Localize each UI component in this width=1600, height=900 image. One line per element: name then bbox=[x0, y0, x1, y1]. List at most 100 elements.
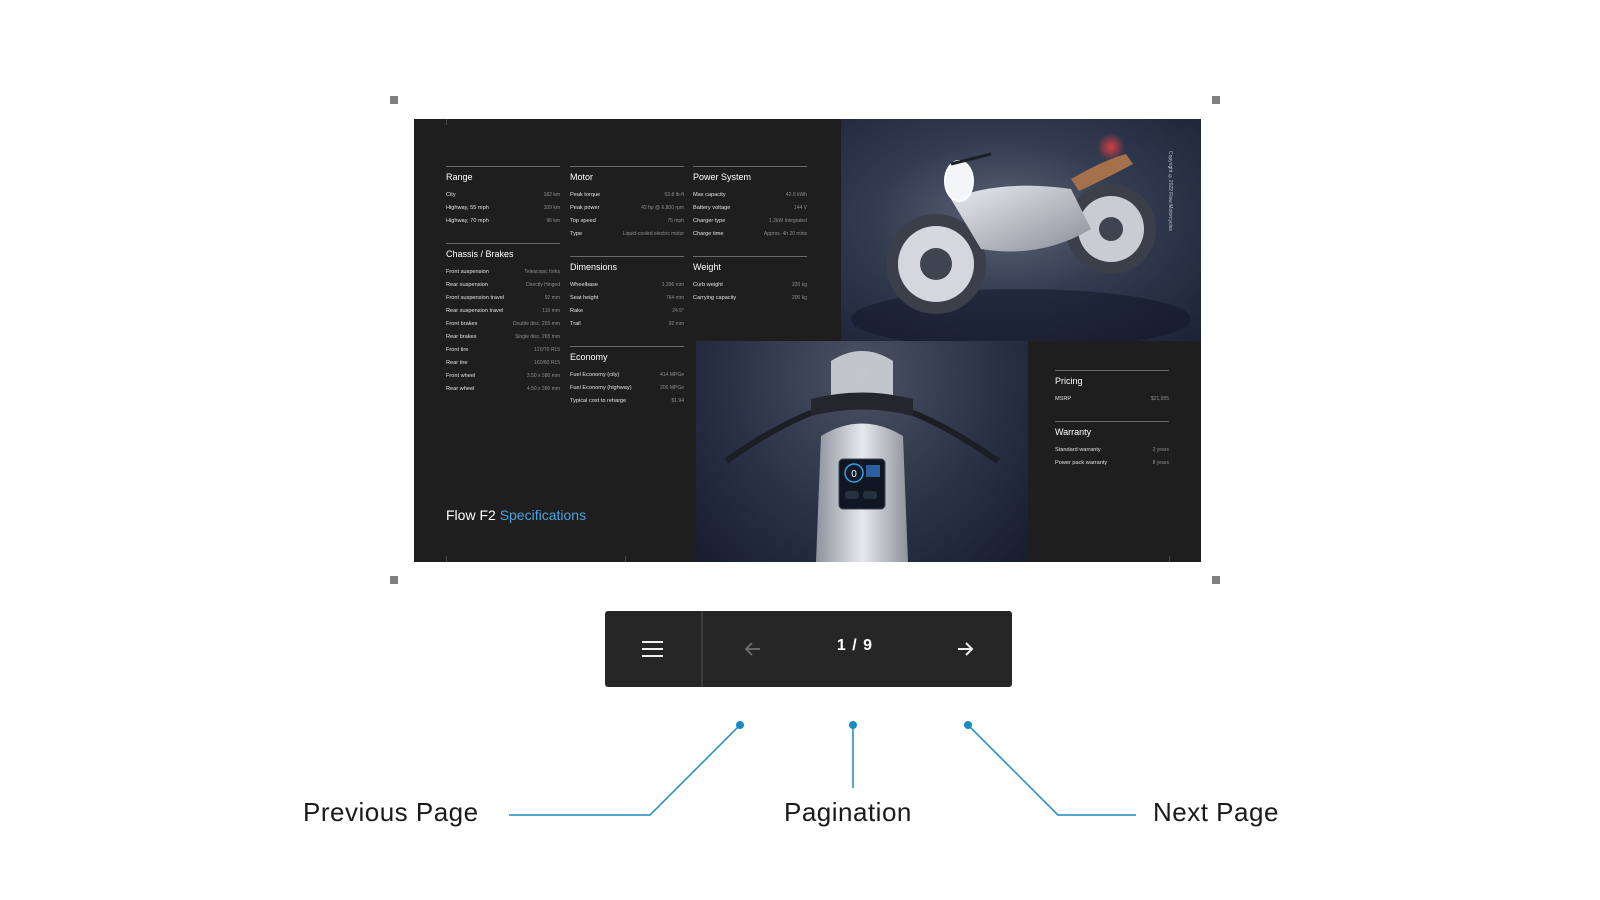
spec-row: Highway, 55 mph 109 km bbox=[446, 205, 560, 218]
spec-value: Approx. 4h 20 mins bbox=[763, 231, 807, 237]
spec-section: Warranty Standard warranty 2 years Power pa… bbox=[1055, 421, 1169, 473]
resize-handle-top-right[interactable] bbox=[1212, 96, 1220, 104]
side-spec-column: Pricing MSRP $21,995 Warranty Standard warra… bbox=[1055, 370, 1169, 485]
spec-section: Economy Fuel Economy (city) 414 MPGe Fuel E… bbox=[570, 346, 684, 411]
spec-row: Battery voltage 144 V bbox=[693, 205, 807, 218]
spec-label: Top speed bbox=[570, 218, 596, 224]
spec-row: Seat height 764 mm bbox=[570, 295, 684, 308]
section-title: Dimensions bbox=[570, 262, 618, 272]
spec-row: Standard warranty 2 years bbox=[1055, 447, 1169, 460]
section-divider bbox=[570, 256, 684, 257]
spec-column-2: Motor Peak torque 53.8 lb-ft Peak power 42 h… bbox=[570, 166, 684, 423]
motorcycle-front-illustration: 0 bbox=[724, 351, 1000, 562]
section-title: Pricing bbox=[1055, 376, 1083, 386]
section-title: Economy bbox=[570, 352, 608, 362]
spec-label: Charger type bbox=[693, 218, 726, 224]
section-divider bbox=[570, 346, 684, 347]
spec-value: 42 hp @ 6,800 rpm bbox=[641, 205, 684, 211]
page-navigation-bar: 1 / 9 bbox=[605, 611, 1012, 687]
section-title: Motor bbox=[570, 172, 594, 182]
spec-label: Typical cost to reharge bbox=[570, 398, 627, 404]
toolbar-divider bbox=[701, 611, 703, 687]
section-divider bbox=[693, 256, 807, 257]
spec-section: Chassis / Brakes Front suspension Telescop… bbox=[446, 243, 560, 399]
spec-row: Rear brakes Single disc, 265 mm bbox=[446, 334, 560, 347]
spec-label: Rake bbox=[570, 308, 584, 314]
crop-mark bbox=[446, 556, 447, 562]
next-callout-dot bbox=[964, 721, 972, 729]
spec-section: Dimensions Wheelbase 1,396 mm Seat height 76… bbox=[570, 256, 684, 334]
spec-row: MSRP $21,995 bbox=[1055, 396, 1169, 409]
spec-row: Fuel Economy (highway) 206 MPGe bbox=[570, 385, 684, 398]
spec-value: Liquid-cooled electric motor bbox=[622, 231, 684, 237]
spec-row: Rear suspension Directly Hinged bbox=[446, 282, 560, 295]
spec-label: Seat height bbox=[570, 295, 599, 301]
spec-label: Charge time bbox=[693, 231, 724, 237]
pagination-label: Pagination bbox=[784, 797, 912, 827]
spec-row: Peak power 42 hp @ 6,800 rpm bbox=[570, 205, 684, 218]
section-title: Power System bbox=[693, 172, 752, 182]
spec-label: Battery voltage bbox=[693, 205, 731, 211]
spec-value: 220 kg bbox=[791, 282, 807, 288]
spec-value: 2 years bbox=[1152, 447, 1169, 453]
section-title: Range bbox=[446, 172, 473, 182]
motorcycle-side-photo: Copyright ©2022 Flow Motorcycles bbox=[841, 119, 1201, 341]
spec-value: 120/70 R15 bbox=[534, 347, 560, 353]
spec-value: 160/60 R15 bbox=[534, 360, 560, 366]
spec-value: 200 kg bbox=[791, 295, 807, 301]
spec-row: Front brakes Double disc, 265 mm bbox=[446, 321, 560, 334]
title-product: Flow F2 bbox=[446, 507, 496, 523]
section-divider bbox=[693, 166, 807, 167]
spec-label: Fuel Economy (highway) bbox=[570, 385, 632, 391]
spec-value: 182 km bbox=[543, 192, 560, 198]
resize-handle-bottom-right[interactable] bbox=[1212, 576, 1220, 584]
resize-handle-bottom-left[interactable] bbox=[390, 576, 398, 584]
spec-label: Type bbox=[570, 231, 583, 237]
spec-value: 42.6 kWh bbox=[785, 192, 807, 198]
spec-label: Peak power bbox=[570, 205, 600, 211]
pricing-warranty-panel: Pricing MSRP $21,995 Warranty Standard warra… bbox=[1028, 341, 1201, 562]
spec-section: Power System Max capacity 42.6 kWh Battery … bbox=[693, 166, 807, 244]
spec-row: Power pack warranty 8 years bbox=[1055, 460, 1169, 473]
motorcycle-front-photo: 0 bbox=[696, 341, 1028, 562]
spec-value: 8 years bbox=[1152, 460, 1169, 466]
menu-button[interactable] bbox=[605, 611, 701, 687]
spec-section: Range City 182 km Highway, 55 mph 109 km High… bbox=[446, 166, 560, 231]
resize-handle-top-left[interactable] bbox=[390, 96, 398, 104]
spec-label: Rear brakes bbox=[446, 334, 477, 340]
spec-value: 4.50 x 380 mm bbox=[526, 386, 560, 392]
section-title: Weight bbox=[693, 262, 721, 272]
spec-section: Weight Curb weight 220 kg Carrying capacity… bbox=[693, 256, 807, 308]
spec-value: Telescopic forks bbox=[524, 269, 560, 275]
spec-label: Fuel Economy (city) bbox=[570, 372, 620, 378]
previous-callout-dot bbox=[736, 721, 744, 729]
crop-mark bbox=[446, 119, 447, 125]
spec-row: Rear tire 160/60 R15 bbox=[446, 360, 560, 373]
dashboard-speed: 0 bbox=[851, 469, 857, 480]
previous-page-button[interactable] bbox=[737, 633, 769, 665]
spec-row: Carrying capacity 200 kg bbox=[693, 295, 807, 308]
spec-label: Trail bbox=[570, 321, 581, 327]
spec-label: Rear tire bbox=[446, 360, 468, 366]
spec-row: Rear suspension travel 110 mm bbox=[446, 308, 560, 321]
spec-value: 92 mm bbox=[668, 321, 684, 327]
spec-row: Typical cost to reharge $1.94 bbox=[570, 398, 684, 411]
spec-row: Front tire 120/70 R15 bbox=[446, 347, 560, 360]
spec-section: Pricing MSRP $21,995 bbox=[1055, 370, 1169, 409]
spec-value: Double disc, 265 mm bbox=[513, 321, 560, 327]
copyright-text: Copyright ©2022 Flow Motorcycles bbox=[1167, 151, 1173, 231]
next-page-button[interactable] bbox=[949, 633, 981, 665]
spec-value: 92 mm bbox=[544, 295, 560, 301]
title-accent: Specifications bbox=[499, 507, 587, 523]
spec-column-1: Range City 182 km Highway, 55 mph 109 km High… bbox=[446, 166, 560, 411]
spec-value: $1.94 bbox=[671, 398, 684, 404]
spec-row: Type Liquid-cooled electric motor bbox=[570, 231, 684, 244]
spec-value: 1,396 mm bbox=[661, 282, 684, 288]
spec-row: Top speed 75 mph bbox=[570, 218, 684, 231]
spec-label: Rear wheel bbox=[446, 386, 475, 392]
page-indicator: 1 / 9 bbox=[836, 637, 874, 654]
spec-row: Front wheel 3.50 x 380 mm bbox=[446, 373, 560, 386]
spec-row: Trail 92 mm bbox=[570, 321, 684, 334]
spec-value: Single disc, 265 mm bbox=[514, 334, 560, 340]
motorcycle-side-illustration bbox=[851, 133, 1191, 341]
